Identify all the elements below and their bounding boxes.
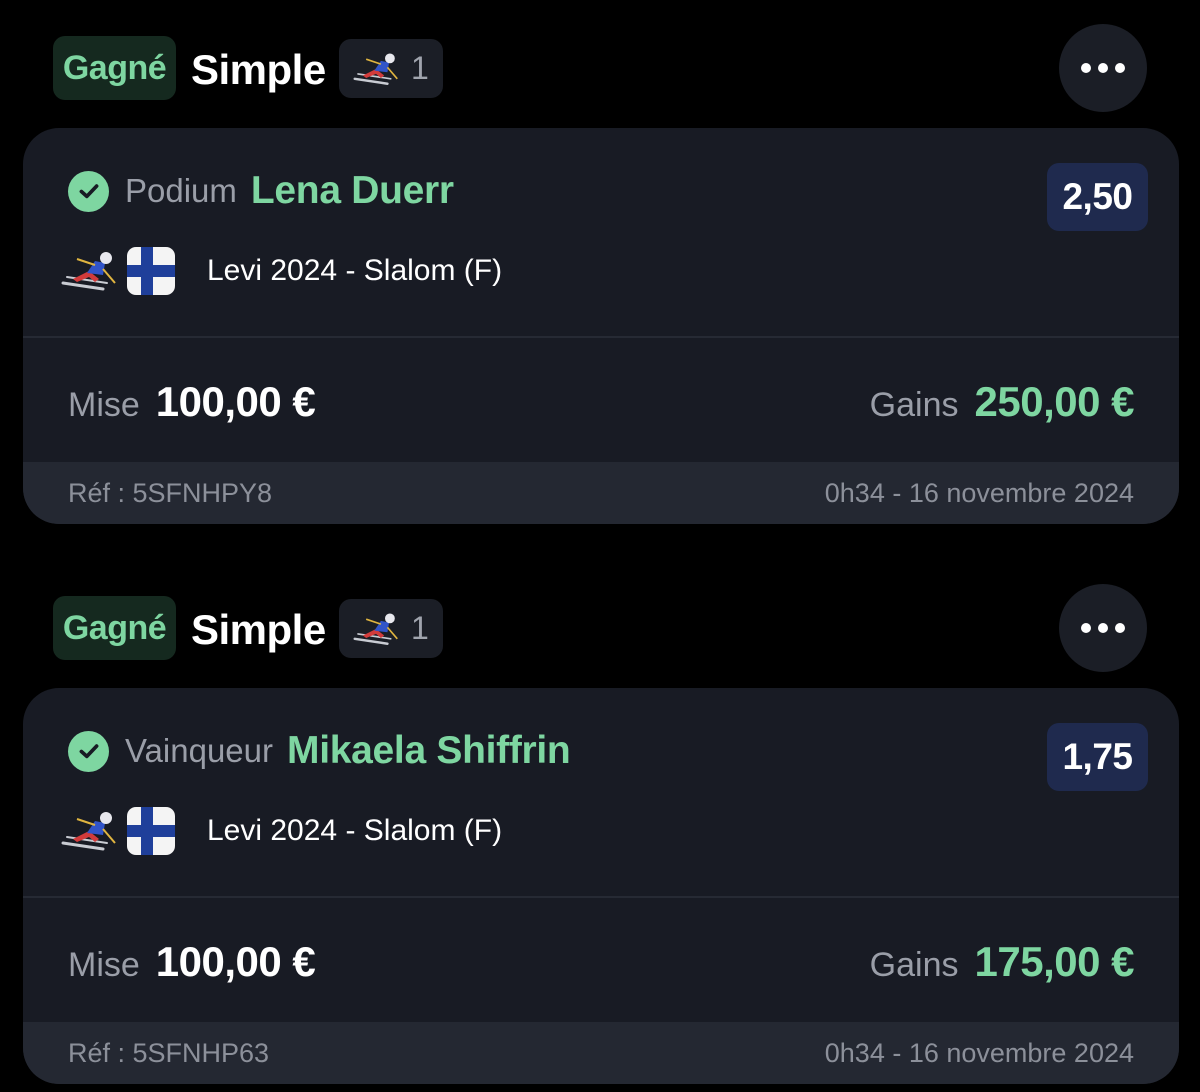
selections-count: 1 [411, 610, 429, 646]
market-label: Podium [125, 172, 237, 209]
gains-value: 175,00 € [974, 938, 1135, 985]
bet-ticket: Gagné Simple 1 Vainqueur Mikaela Shiffri… [0, 560, 1200, 1084]
gains-value: 250,00 € [974, 378, 1135, 425]
bet-type-label: Simple [191, 46, 326, 93]
alpine-skier-icon [353, 52, 398, 85]
selections-count: 1 [411, 50, 429, 86]
event-row: Levi 2024 - Slalom (F) [59, 805, 502, 857]
odds-badge: 1,75 [1047, 723, 1148, 791]
check-circle-icon [68, 730, 109, 772]
more-options-button[interactable] [1059, 24, 1147, 112]
dot-icon [1115, 623, 1125, 633]
status-badge: Gagné [53, 36, 176, 100]
dot-icon [1081, 63, 1091, 73]
stake-row: Mise 100,00 € [68, 378, 316, 426]
alpine-skier-icon [61, 252, 116, 291]
selection-row: Vainqueur Mikaela Shiffrin [68, 726, 571, 776]
selection-name: Lena Duerr [250, 169, 454, 212]
selection-name: Mikaela Shiffrin [287, 729, 571, 772]
status-badge: Gagné [53, 596, 176, 660]
divider [23, 896, 1179, 898]
stake-label: Mise [68, 386, 140, 424]
dot-icon [1098, 63, 1108, 73]
gains-label: Gains [869, 386, 959, 424]
finland-flag-icon [127, 807, 175, 855]
dot-icon [1081, 623, 1091, 633]
bet-card[interactable]: Vainqueur Mikaela Shiffrin 1,75 Levi 202… [23, 688, 1179, 1084]
dot-icon [1115, 63, 1125, 73]
stake-value: 100,00 € [155, 378, 316, 425]
bet-date: 0h34 - 16 novembre 2024 [824, 478, 1134, 508]
odds-badge: 2,50 [1047, 163, 1148, 231]
event-name: Levi 2024 - Slalom (F) [207, 814, 503, 847]
stake-label: Mise [68, 946, 140, 984]
stake-row: Mise 100,00 € [68, 938, 316, 986]
bet-footer: Réf : 5SFNHPY8 0h34 - 16 novembre 2024 [23, 462, 1179, 524]
market-label: Vainqueur [125, 732, 274, 769]
gains-row: Gains 250,00 € [869, 378, 1135, 426]
finland-flag-icon [127, 247, 175, 295]
bet-footer: Réf : 5SFNHP63 0h34 - 16 novembre 2024 [23, 1022, 1179, 1084]
event-name: Levi 2024 - Slalom (F) [207, 254, 503, 287]
selection-row: Podium Lena Duerr [68, 166, 454, 216]
bet-type-label: Simple [191, 606, 326, 653]
stake-value: 100,00 € [155, 938, 316, 985]
bet-header: Gagné Simple 1 [0, 560, 1200, 672]
bet-date: 0h34 - 16 novembre 2024 [824, 1038, 1134, 1068]
bet-header: Gagné Simple 1 [0, 0, 1200, 112]
bet-card[interactable]: Podium Lena Duerr 2,50 Levi 2024 - Slalo… [23, 128, 1179, 524]
dot-icon [1098, 623, 1108, 633]
alpine-skier-icon [353, 612, 398, 645]
gains-label: Gains [869, 946, 959, 984]
alpine-skier-icon [61, 812, 116, 851]
sport-count-chip: 1 [339, 599, 443, 658]
check-circle-icon [68, 170, 109, 212]
bet-reference: Réf : 5SFNHP63 [68, 1038, 270, 1068]
gains-row: Gains 175,00 € [869, 938, 1135, 986]
event-row: Levi 2024 - Slalom (F) [59, 245, 502, 297]
divider [23, 336, 1179, 338]
sport-count-chip: 1 [339, 39, 443, 98]
bet-reference: Réf : 5SFNHPY8 [68, 478, 273, 508]
more-options-button[interactable] [1059, 584, 1147, 672]
bet-ticket: Gagné Simple 1 Podium Lena Duerr 2,50 Le… [0, 0, 1200, 524]
